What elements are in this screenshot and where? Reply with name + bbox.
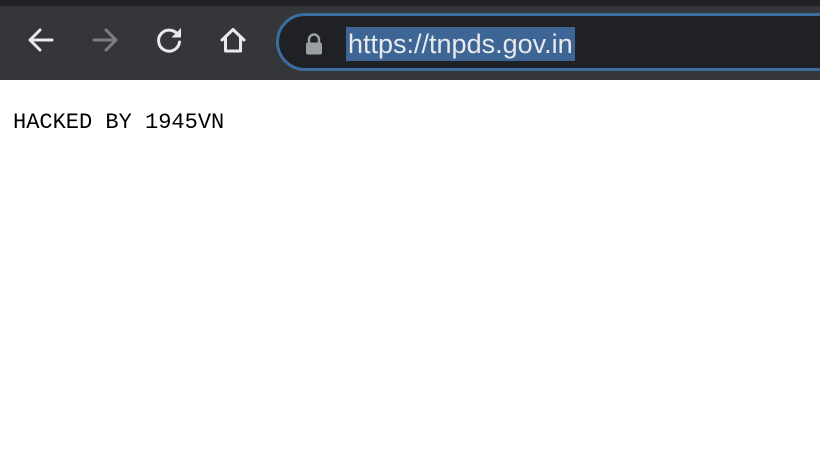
home-button[interactable] (213, 20, 253, 60)
arrow-left-icon (28, 28, 54, 52)
url-text[interactable]: https://tnpds.gov.in (346, 27, 575, 61)
browser-toolbar: https://tnpds.gov.in (0, 0, 820, 80)
home-icon (220, 28, 246, 53)
address-bar[interactable]: https://tnpds.gov.in (276, 13, 820, 71)
back-button[interactable] (21, 20, 61, 60)
arrow-right-icon (92, 28, 118, 52)
page-message: HACKED BY 1945VN (13, 110, 225, 135)
reload-button[interactable] (149, 20, 189, 60)
page-content: HACKED BY 1945VN (0, 80, 820, 461)
lock-icon[interactable] (304, 33, 324, 55)
forward-button[interactable] (85, 20, 125, 60)
reload-icon (157, 28, 181, 53)
